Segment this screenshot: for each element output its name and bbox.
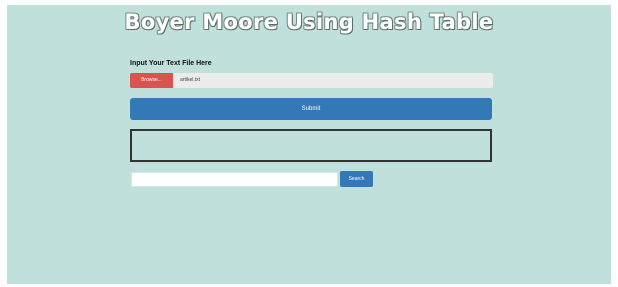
selected-file-name: artikel.txt (180, 77, 201, 83)
file-input-label: Input Your Text File Here (130, 60, 212, 67)
page-title: Boyer Moore Using Hash Table (124, 10, 494, 34)
browse-button[interactable]: Browse... (130, 73, 173, 88)
submit-button[interactable]: Submit (130, 98, 492, 120)
page-panel: Boyer Moore Using Hash Table Input Your … (7, 5, 611, 284)
search-input[interactable] (131, 172, 338, 187)
file-input[interactable]: Browse... artikel.txt (130, 73, 493, 88)
search-button[interactable]: Search (340, 171, 373, 187)
output-box (130, 129, 492, 162)
